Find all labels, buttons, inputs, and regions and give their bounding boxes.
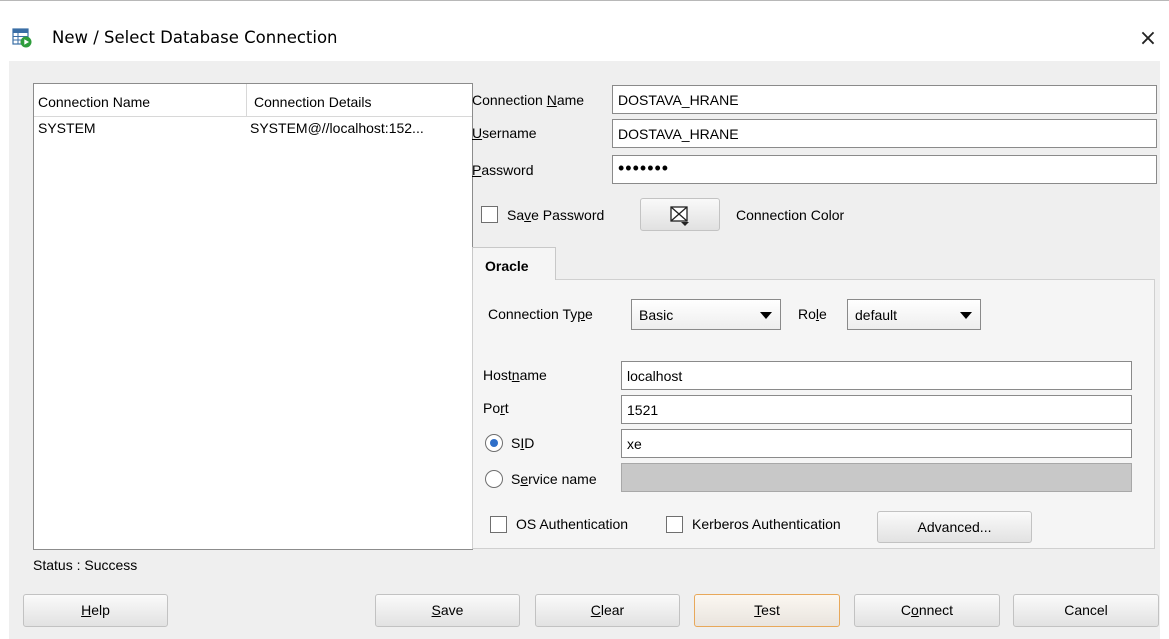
label-text: rvice name: [528, 471, 597, 487]
username-label: Username: [472, 125, 537, 141]
test-button[interactable]: Test: [694, 594, 840, 627]
advanced-button[interactable]: Advanced...: [877, 511, 1032, 543]
service-name-radio[interactable]: [485, 470, 503, 488]
close-icon[interactable]: ×: [1136, 27, 1160, 51]
os-authentication-checkbox[interactable]: [490, 516, 507, 533]
no-color-icon: [670, 206, 689, 226]
select-value: default: [855, 307, 898, 323]
save-button[interactable]: Save: [375, 594, 520, 627]
label-text: S: [511, 435, 521, 451]
mnemonic: o: [911, 602, 919, 618]
password-label: Password: [472, 162, 533, 178]
label-text: sername: [482, 125, 537, 141]
connection-row-system[interactable]: SYSTEM SYSTEM@//localhost:152...: [34, 117, 472, 139]
column-divider[interactable]: [246, 84, 247, 117]
tab-oracle[interactable]: Oracle: [472, 247, 556, 280]
port-label: Port: [483, 400, 509, 416]
mnemonic: n: [511, 367, 520, 383]
connection-name-cell: SYSTEM: [38, 120, 96, 136]
label-text: t: [504, 400, 509, 416]
mnemonic: S: [431, 602, 441, 618]
select-value: Basic: [639, 307, 674, 323]
help-button[interactable]: Help: [23, 594, 168, 627]
cancel-button[interactable]: Cancel: [1013, 594, 1159, 627]
connection-details-cell: SYSTEM@//localhost:152...: [250, 120, 424, 136]
clear-button[interactable]: Clear: [535, 594, 680, 627]
dialog-body: Connection Name Connection Details SYSTE…: [9, 61, 1160, 639]
password-input[interactable]: •••••••: [612, 155, 1157, 184]
button-label: ave: [440, 602, 464, 618]
dropdown-arrow-icon: [760, 312, 772, 319]
connect-button[interactable]: Connect: [854, 594, 1000, 627]
sid-radio[interactable]: [485, 434, 503, 452]
mnemonic: N: [546, 92, 557, 108]
label-text: D: [524, 435, 535, 451]
database-connection-dialog: New / Select Database Connection × Conne…: [0, 0, 1169, 639]
mnemonic: P: [472, 162, 482, 178]
label-text: Connection Ty: [488, 306, 578, 322]
column-header-connection-details[interactable]: Connection Details: [254, 94, 372, 110]
kerberos-authentication-label[interactable]: Kerberos Authentication: [692, 516, 841, 532]
sid-label[interactable]: SID: [511, 435, 534, 451]
service-name-label[interactable]: Service name: [511, 471, 597, 487]
mnemonic: U: [472, 125, 483, 141]
role-select[interactable]: default: [847, 299, 981, 330]
label-text: Po: [483, 400, 501, 416]
column-header-connection-name[interactable]: Connection Name: [38, 94, 150, 110]
hostname-label: Hostname: [483, 367, 547, 383]
connection-type-label: Connection Type: [488, 306, 593, 322]
window-title: New / Select Database Connection: [52, 28, 338, 47]
button-label: elp: [91, 602, 110, 618]
label-text: Ro: [798, 306, 816, 322]
label-text: ame: [556, 92, 585, 108]
connection-color-button[interactable]: [640, 198, 720, 231]
title-bar: New / Select Database Connection ×: [0, 1, 1169, 61]
hostname-input[interactable]: localhost: [621, 361, 1132, 390]
os-authentication-label[interactable]: OS Authentication: [516, 516, 628, 532]
button-label: nnect: [918, 602, 954, 618]
mnemonic: C: [590, 602, 601, 618]
mnemonic: p: [577, 306, 586, 322]
sid-input[interactable]: xe: [621, 429, 1132, 458]
connection-name-label: Connection Name: [472, 92, 584, 108]
connection-color-label: Connection Color: [736, 207, 845, 223]
label-text: assword: [481, 162, 534, 178]
button-label: C: [900, 602, 912, 618]
role-label: Role: [798, 306, 827, 322]
save-password-label[interactable]: Save Password: [507, 207, 604, 223]
mnemonic: e: [520, 471, 529, 487]
label-text: e Password: [531, 207, 605, 223]
kerberos-authentication-checkbox[interactable]: [666, 516, 683, 533]
button-label: est: [761, 602, 780, 618]
label-text: S: [511, 471, 521, 487]
label-text: ame: [519, 367, 547, 383]
database-connection-icon: [12, 28, 32, 48]
label-text: Connection: [472, 92, 547, 108]
save-password-checkbox[interactable]: [481, 206, 498, 223]
button-label: lear: [600, 602, 625, 618]
connection-list[interactable]: Connection Name Connection Details SYSTE…: [33, 83, 473, 550]
service-name-input: [621, 463, 1132, 492]
mnemonic: H: [81, 602, 92, 618]
connection-type-select[interactable]: Basic: [631, 299, 781, 330]
username-input[interactable]: DOSTAVA_HRANE: [612, 119, 1157, 148]
connection-name-input[interactable]: DOSTAVA_HRANE: [612, 85, 1157, 114]
status-text: Status : Success: [33, 557, 138, 573]
connection-list-header: Connection Name Connection Details: [34, 84, 472, 117]
label-text: e: [819, 306, 827, 322]
port-input[interactable]: 1521: [621, 395, 1132, 424]
label-text: Sa: [507, 207, 525, 223]
label-text: e: [585, 306, 593, 322]
dropdown-arrow-icon: [960, 312, 972, 319]
label-text: Host: [483, 367, 512, 383]
